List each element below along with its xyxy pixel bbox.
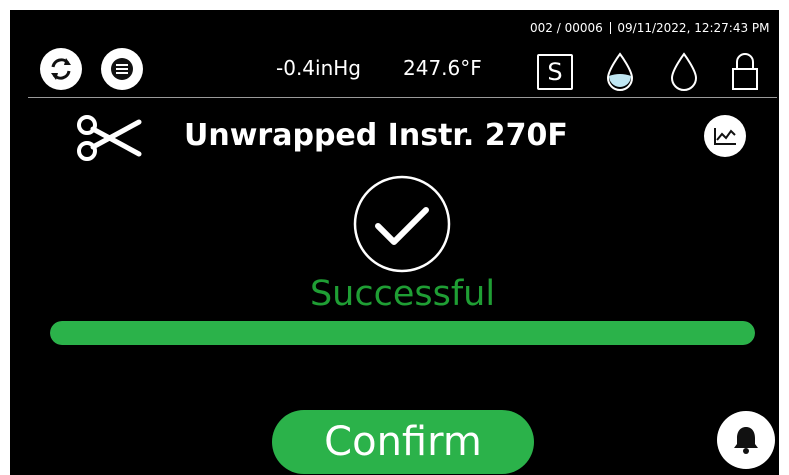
chart-button[interactable] <box>704 115 746 157</box>
header-divider <box>28 97 777 98</box>
temperature-readout: 247.6°F <box>403 56 482 80</box>
refresh-icon <box>51 58 71 80</box>
lock-icon[interactable] <box>730 50 760 92</box>
status-separator <box>609 22 611 34</box>
cycle-status: Successful <box>309 274 496 314</box>
cycle-counter: 002 / 00006 <box>530 21 603 35</box>
mode-badge: S <box>537 54 573 90</box>
datetime: 09/11/2022, 12:27:43 PM <box>617 21 770 35</box>
status-line: 002 / 00006 09/11/2022, 12:27:43 PM <box>530 21 770 35</box>
confirm-button[interactable]: Confirm <box>272 410 534 474</box>
menu-icon <box>111 58 133 80</box>
alarm-button[interactable] <box>717 411 775 469</box>
bell-icon <box>734 427 758 454</box>
cycle-progress-bar <box>50 321 755 345</box>
chart-icon <box>714 128 736 145</box>
cycle-title: Unwrapped Instr. 270F <box>184 118 568 153</box>
water-empty-icon <box>670 52 698 91</box>
pressure-readout: -0.4inHg <box>276 56 361 80</box>
sterilizer-screen: 002 / 00006 09/11/2022, 12:27:43 PM -0.4… <box>10 10 779 475</box>
refresh-button[interactable] <box>40 48 82 90</box>
water-filled-icon <box>606 52 634 91</box>
cycle-progress-fill <box>50 321 755 345</box>
menu-button[interactable] <box>101 48 143 90</box>
scissors-icon <box>77 115 142 161</box>
checkmark-icon <box>353 175 451 273</box>
